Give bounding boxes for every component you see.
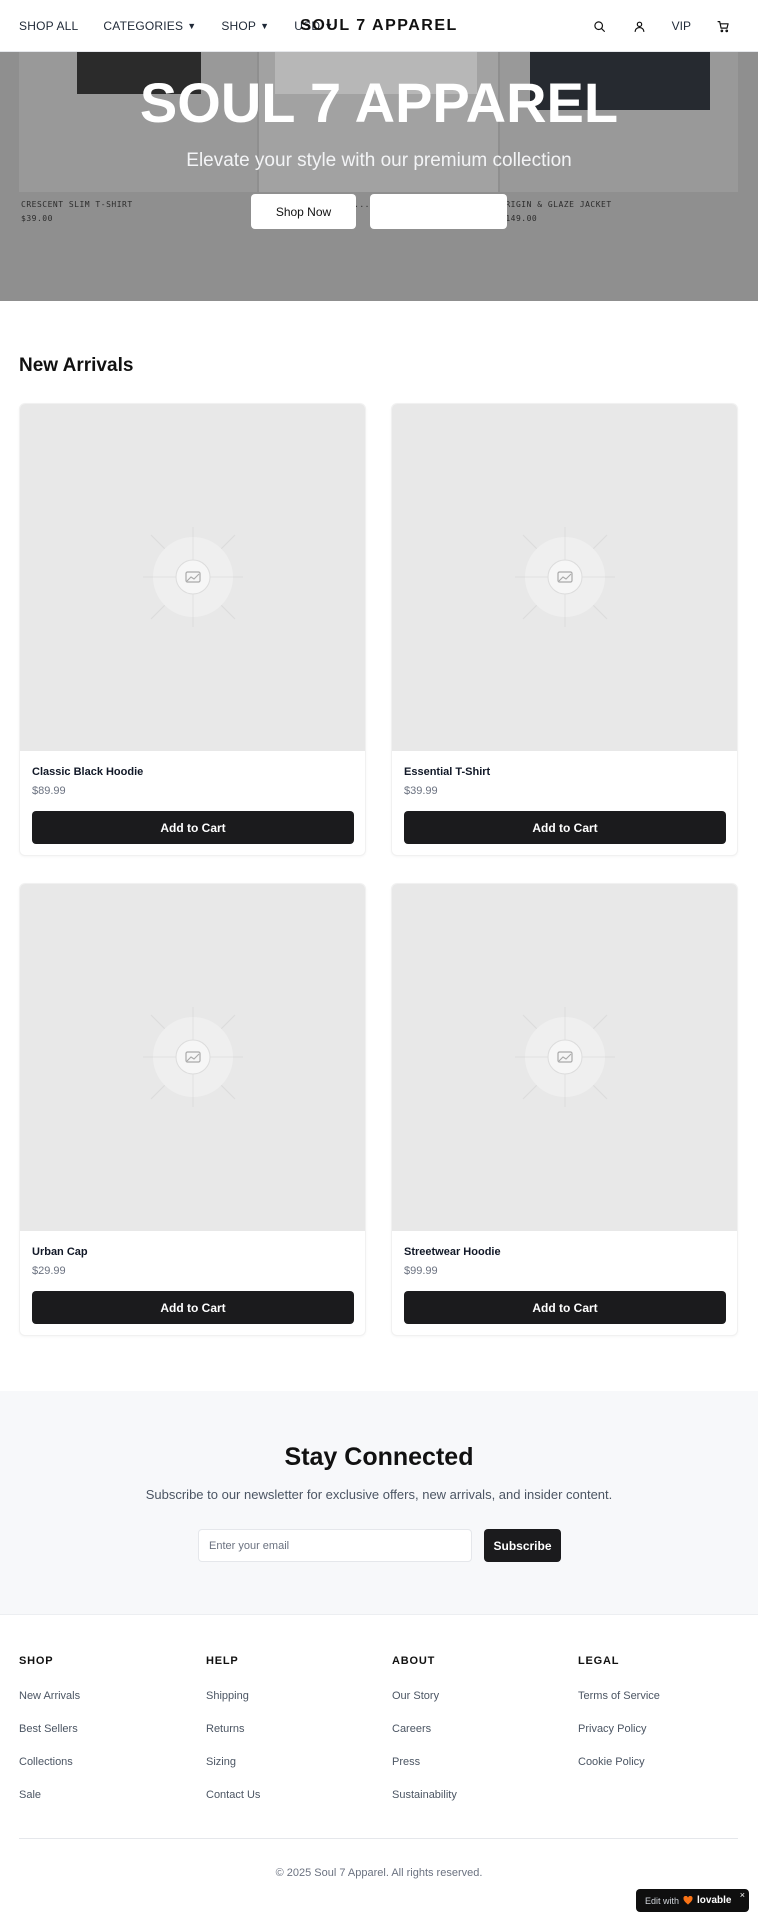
hero-actions: Shop Now: [251, 194, 507, 229]
product-card[interactable]: Streetwear Hoodie $99.99 Add to Cart: [391, 883, 738, 1336]
nav-shop-label: SHOP: [221, 19, 257, 33]
product-name[interactable]: Essential T-Shirt: [404, 766, 490, 778]
badge-brand: lovable: [697, 1895, 732, 1906]
footer-column-about: ABOUT Our Story Careers Press Sustainabi…: [392, 1655, 457, 1821]
hero-caption-price: $149.00: [500, 214, 538, 223]
cart-icon[interactable]: [715, 18, 731, 34]
footer-column-shop: SHOP New Arrivals Best Sellers Collectio…: [19, 1655, 80, 1821]
hero-title: SOUL 7 APPAREL: [139, 71, 619, 134]
site-header: SHOP ALL CATEGORIES ▼ SHOP ▼ USD ▼ SOUL …: [0, 0, 758, 52]
new-arrivals-title: New Arrivals: [19, 355, 134, 376]
newsletter-title: Stay Connected: [284, 1443, 474, 1471]
add-to-cart-button[interactable]: Add to Cart: [32, 1291, 354, 1324]
footer-link[interactable]: Shipping: [206, 1689, 260, 1722]
image-placeholder-icon: [515, 527, 615, 627]
footer-heading: SHOP: [19, 1655, 54, 1667]
product-name[interactable]: Classic Black Hoodie: [32, 766, 143, 778]
shop-now-button[interactable]: Shop Now: [251, 194, 356, 229]
add-to-cart-button[interactable]: Add to Cart: [404, 1291, 726, 1324]
hero-caption-name: ORIGIN & GLAZE JACKET: [500, 200, 612, 209]
vip-link[interactable]: VIP: [672, 19, 691, 33]
footer-link[interactable]: Contact Us: [206, 1788, 260, 1821]
nav-shop-dropdown[interactable]: SHOP ▼: [221, 19, 269, 33]
footer-link[interactable]: Privacy Policy: [578, 1722, 660, 1755]
footer-link[interactable]: Sizing: [206, 1755, 260, 1788]
footer-link[interactable]: Best Sellers: [19, 1722, 80, 1755]
product-name[interactable]: Streetwear Hoodie: [404, 1246, 501, 1258]
product-price: $89.99: [32, 785, 66, 797]
hero-subtitle: Elevate your style with our premium coll…: [186, 150, 572, 171]
copyright-text: © 2025 Soul 7 Apparel. All rights reserv…: [275, 1867, 483, 1879]
footer-divider: [19, 1838, 738, 1839]
footer-link[interactable]: Careers: [392, 1722, 457, 1755]
add-to-cart-button[interactable]: Add to Cart: [404, 811, 726, 844]
nav-shop-all-label: SHOP ALL: [19, 19, 79, 33]
newsletter-section: Stay Connected Subscribe to our newslett…: [0, 1391, 758, 1615]
footer-link[interactable]: Sale: [19, 1788, 80, 1821]
footer-column-legal: LEGAL Terms of Service Privacy Policy Co…: [578, 1655, 660, 1788]
image-placeholder-icon: [143, 1007, 243, 1107]
product-image-placeholder[interactable]: [392, 884, 737, 1231]
caret-down-icon: ▼: [324, 21, 334, 31]
secondary-hero-button[interactable]: [370, 194, 507, 229]
hero-caption-price: $39.00: [21, 214, 53, 223]
edit-with-lovable-badge[interactable]: Edit with lovable ×: [636, 1889, 749, 1912]
product-card[interactable]: Essential T-Shirt $39.99 Add to Cart: [391, 403, 738, 856]
hero-banner: CRESCENT SLIM T-SHIRT $39.00 ... ORIGIN …: [0, 52, 758, 301]
image-placeholder-icon: [143, 527, 243, 627]
product-price: $99.99: [404, 1265, 438, 1277]
product-image-placeholder[interactable]: [392, 404, 737, 751]
search-icon[interactable]: [592, 18, 608, 34]
footer-heading: HELP: [206, 1655, 239, 1667]
close-icon[interactable]: ×: [740, 1890, 745, 1900]
footer-link[interactable]: Collections: [19, 1755, 80, 1788]
email-field[interactable]: [198, 1529, 472, 1562]
badge-edit-label: Edit with: [645, 1895, 680, 1906]
newsletter-description: Subscribe to our newsletter for exclusiv…: [145, 1487, 613, 1502]
image-placeholder-icon: [515, 1007, 615, 1107]
footer-link[interactable]: Our Story: [392, 1689, 457, 1722]
caret-down-icon: ▼: [187, 21, 197, 31]
currency-label: USD: [294, 19, 321, 33]
product-price: $29.99: [32, 1265, 66, 1277]
add-to-cart-button[interactable]: Add to Cart: [32, 811, 354, 844]
product-image-placeholder[interactable]: [20, 404, 365, 751]
product-image-placeholder[interactable]: [20, 884, 365, 1231]
product-card[interactable]: Urban Cap $29.99 Add to Cart: [19, 883, 366, 1336]
footer-link[interactable]: Returns: [206, 1722, 260, 1755]
heart-icon: [683, 1896, 693, 1905]
nav-categories-label: CATEGORIES: [103, 19, 184, 33]
footer-link[interactable]: Cookie Policy: [578, 1755, 660, 1788]
footer-heading: ABOUT: [392, 1655, 436, 1667]
nav-categories-dropdown[interactable]: CATEGORIES ▼: [103, 19, 196, 33]
footer-link[interactable]: Terms of Service: [578, 1689, 660, 1722]
hero-caption-name: CRESCENT SLIM T-SHIRT: [21, 200, 133, 209]
footer-column-help: HELP Shipping Returns Sizing Contact Us: [206, 1655, 260, 1821]
subscribe-button[interactable]: Subscribe: [484, 1529, 561, 1562]
caret-down-icon: ▼: [260, 21, 270, 31]
header-actions: VIP: [592, 0, 731, 52]
product-name[interactable]: Urban Cap: [32, 1246, 88, 1258]
currency-selector[interactable]: USD ▼: [294, 19, 333, 33]
footer-link[interactable]: New Arrivals: [19, 1689, 80, 1722]
product-price: $39.99: [404, 785, 438, 797]
product-card[interactable]: Classic Black Hoodie $89.99 Add to Cart: [19, 403, 366, 856]
main-nav: SHOP ALL CATEGORIES ▼ SHOP ▼ USD ▼: [19, 0, 333, 52]
hero-caption: ORIGIN & GLAZE JACKET $149.00: [500, 198, 612, 226]
footer-heading: LEGAL: [578, 1655, 620, 1667]
footer-link[interactable]: Press: [392, 1755, 457, 1788]
hero-caption: CRESCENT SLIM T-SHIRT $39.00: [21, 198, 133, 226]
footer-link[interactable]: Sustainability: [392, 1788, 457, 1821]
user-icon[interactable]: [632, 18, 648, 34]
nav-shop-all[interactable]: SHOP ALL: [19, 19, 78, 33]
